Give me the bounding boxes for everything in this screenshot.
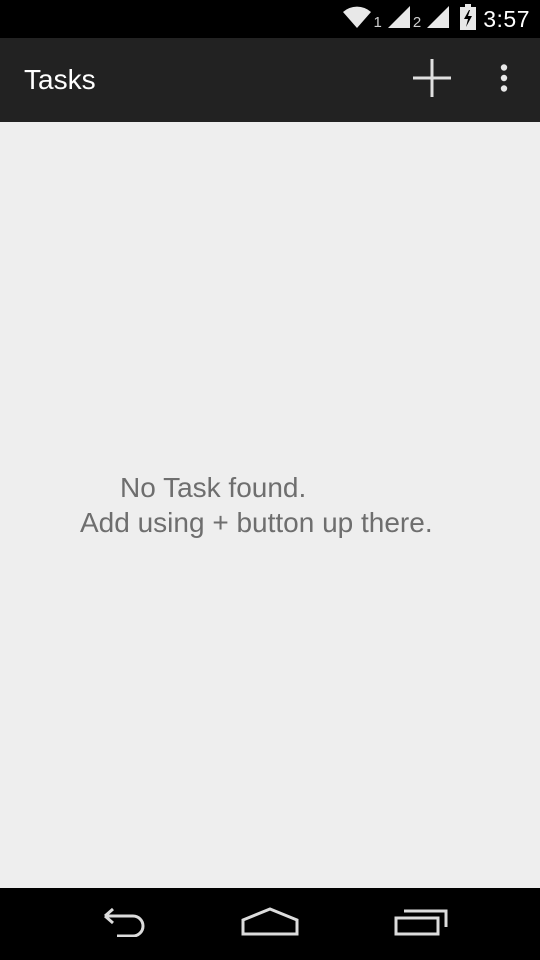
home-button[interactable] (215, 888, 325, 960)
recent-apps-icon (394, 907, 450, 942)
back-button[interactable] (65, 888, 175, 960)
overflow-menu-button[interactable] (484, 38, 524, 122)
app-screen: 1 2 3:57 Tasks No Task found. Add using … (0, 0, 540, 960)
overflow-menu-icon (500, 63, 508, 97)
status-clock: 3:57 (483, 5, 530, 32)
battery-charging-icon (460, 3, 477, 35)
home-icon (241, 906, 299, 942)
empty-message-title: No Task found. (120, 472, 307, 503)
status-icons: 1 2 3:57 (338, 0, 530, 38)
task-list-empty-state: No Task found. Add using + button up the… (0, 122, 540, 888)
signal-icon (426, 5, 450, 34)
signal-icon (387, 5, 411, 34)
add-icon (413, 58, 451, 102)
page-title: Tasks (24, 64, 96, 95)
navigation-bar (0, 888, 540, 960)
status-bar: 1 2 3:57 (0, 0, 540, 38)
sim2-label: 2 (412, 13, 422, 31)
empty-message-hint: Add using + button up there. (80, 507, 433, 538)
sim1-label: 1 (373, 13, 382, 31)
action-bar: Tasks (0, 38, 540, 122)
recent-apps-button[interactable] (367, 888, 477, 960)
add-task-button[interactable] (404, 38, 460, 122)
back-icon (93, 907, 147, 942)
wifi-icon (342, 5, 372, 34)
